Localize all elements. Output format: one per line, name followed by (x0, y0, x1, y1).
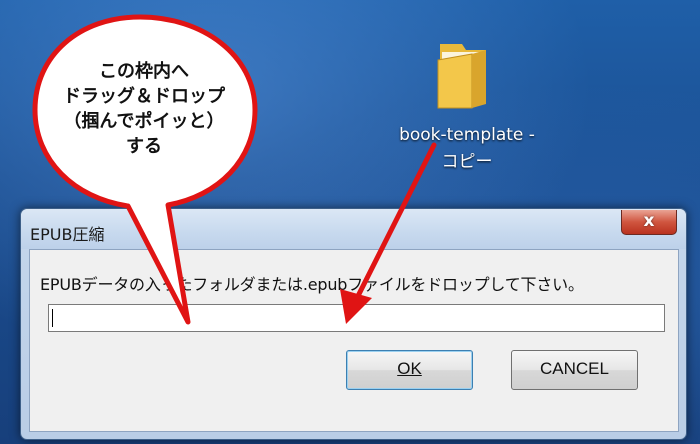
bubble-line-1: この枠内へ (99, 61, 189, 82)
bubble-line-3: （掴んでポイッと） (63, 111, 225, 132)
bubble-line-2: ドラッグ＆ドロップ (63, 86, 225, 107)
drag-arrow (353, 142, 437, 303)
speech-bubble-text: この枠内へ ドラッグ＆ドロップ （掴んでポイッと） する (38, 59, 250, 159)
drag-arrow-head (340, 289, 372, 324)
bubble-line-4: する (126, 136, 162, 157)
